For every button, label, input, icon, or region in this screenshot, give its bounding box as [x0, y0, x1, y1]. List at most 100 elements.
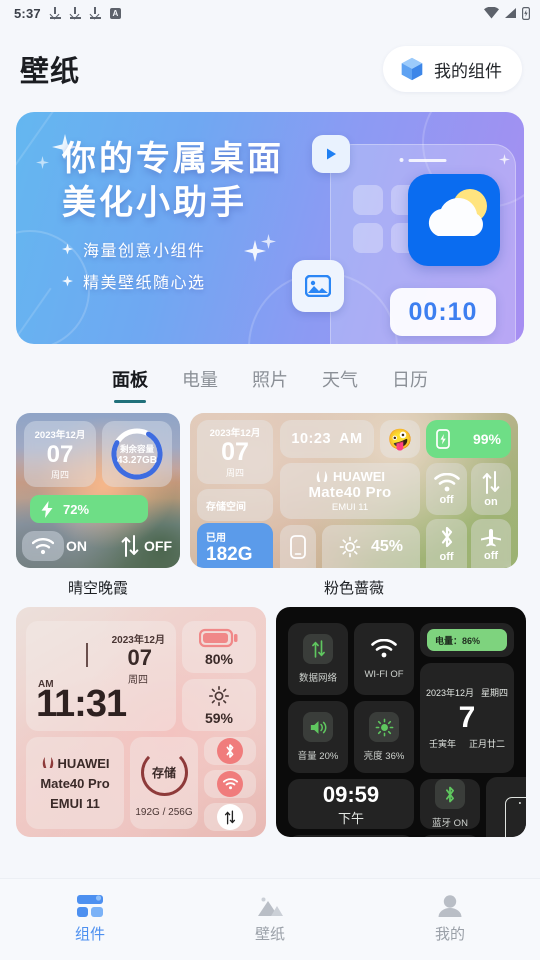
data-sync-icon	[121, 535, 139, 557]
storage-ring-text: 剩余容量 43.27GB	[117, 443, 157, 466]
storage-ring-tile: 剩余容量 43.27GB	[102, 421, 172, 487]
calendar-tile: 2023年12月 星期四 7 壬寅年 正月廿二	[420, 663, 514, 773]
my-widgets-label: 我的组件	[434, 61, 502, 81]
my-widgets-button[interactable]: 我的组件	[383, 46, 522, 92]
emoji-icon: 🤪	[387, 428, 413, 451]
tab-photo[interactable]: 照片	[252, 366, 288, 403]
widget-item-dark[interactable]: 数据网络 WI-FI OF 音量 20% 亮度 36% 电量：86% 2023年…	[276, 607, 526, 837]
date-weekday: 周四	[50, 470, 69, 481]
wifi-icon	[32, 537, 54, 554]
battery-icon	[199, 628, 238, 647]
tab-panel[interactable]: 面板	[112, 366, 148, 403]
tab-battery[interactable]: 电量	[182, 366, 218, 403]
volume-label: 音量 20%	[297, 751, 339, 762]
a-badge-icon: A	[109, 7, 121, 19]
brightness-icon	[369, 712, 399, 742]
battery-tile: 80%	[182, 621, 256, 673]
bottom-navigation: 组件 壁纸 我的	[0, 878, 540, 960]
widget-item-pinkrose[interactable]: 2023年12月 07 周四 10:23 AM 🤪 99% 存储空间 已用 18…	[190, 413, 518, 607]
date-year-month: 2023年12月	[34, 429, 86, 441]
clock-time: 10:23	[291, 431, 332, 447]
cube-icon	[401, 57, 423, 81]
image-widget-icon	[292, 260, 344, 312]
signal-icon	[505, 8, 516, 18]
huawei-logo-icon	[316, 470, 328, 482]
widget-item-roses[interactable]: 2023年12月 07 周四 AM 11:31 80% 59% HUAWEI M…	[16, 607, 266, 837]
bluetooth-state-label: off	[439, 550, 454, 563]
toggle-column	[204, 737, 256, 831]
device-brand-row: HUAWEI	[315, 469, 385, 484]
widget-preview-sunset[interactable]: 2023年12月 07 周四 剩余容量 43.27GB 72% ON OFF	[16, 413, 180, 568]
battery-percent: 80%	[204, 650, 234, 667]
download-icon	[69, 7, 81, 19]
widget-preview-dark[interactable]: 数据网络 WI-FI OF 音量 20% 亮度 36% 电量：86% 2023年…	[276, 607, 526, 837]
nav-item-wallpaper[interactable]: 壁纸	[180, 895, 360, 944]
battery-icon	[522, 6, 530, 20]
emoji-tile: 🤪	[380, 420, 420, 458]
banner-bullet: 海量创意小组件	[62, 237, 284, 261]
nav-label-widgets: 组件	[74, 926, 105, 943]
date-weekday: 周四	[128, 675, 148, 686]
date-tile: 2023年12月 07 周四	[197, 420, 273, 484]
battery-bar: 电量：86%	[427, 629, 507, 651]
widget-grid: 2023年12月 07 周四 剩余容量 43.27GB 72% ON OFF 晴…	[0, 403, 540, 837]
storage-used-label: 已用	[206, 533, 226, 544]
calendar-top-row: 2023年12月 星期四	[426, 686, 508, 699]
status-bar-right	[484, 6, 530, 20]
calendar-year-month: 2023年12月	[425, 688, 475, 699]
sync-tile: on	[471, 463, 511, 515]
device-brand: HUAWEI	[333, 469, 385, 484]
tab-weather[interactable]: 天气	[322, 366, 358, 403]
banner-headline-2: 美化小助手	[62, 183, 247, 222]
bolt-icon	[41, 500, 53, 518]
battery-tile: 99%	[426, 420, 511, 458]
banner-bullet: 精美壁纸随心选	[62, 269, 284, 293]
sparkle-icon	[36, 156, 49, 169]
phone-icon	[290, 534, 306, 559]
data-sync-icon	[482, 470, 500, 494]
storage-label: 存储	[151, 765, 176, 780]
date-year-month: 2023年12月	[111, 635, 165, 646]
download-icon	[49, 7, 61, 19]
banner-decor-stripe	[16, 112, 62, 175]
bluetooth-tile: off	[426, 519, 467, 568]
promo-banner[interactable]: 00:10 你的专属桌面 美化小助手 海量创意小组件 精美壁纸随心选	[16, 112, 524, 344]
device-brand-row: HUAWEI	[41, 756, 110, 771]
brightness-percent: 59%	[204, 709, 234, 726]
brightness-icon	[209, 685, 229, 706]
wifi-icon	[217, 771, 243, 797]
widget-row: 2023年12月 07 周四 AM 11:31 80% 59% HUAWEI M…	[16, 607, 526, 837]
brightness-tile: 亮度 36%	[354, 701, 414, 773]
data-network-label: 数据网络	[298, 673, 337, 684]
phone-tile	[280, 525, 316, 568]
nav-item-widgets[interactable]: 组件	[0, 895, 180, 944]
storage-used-value: 182G	[206, 544, 253, 565]
storage-ring-value: 43.27GB	[116, 454, 158, 466]
widget-item-sunset[interactable]: 2023年12月 07 周四 剩余容量 43.27GB 72% ON OFF 晴…	[16, 413, 180, 607]
clock-tile: 09:59 下午	[288, 779, 414, 829]
sync-tile	[204, 803, 256, 831]
storage-label: 存储空间	[206, 501, 246, 513]
calendar-bottom-row: 壬寅年 正月廿二	[429, 737, 505, 750]
date-day: 07	[221, 438, 249, 467]
brightness-tile: 45%	[322, 525, 420, 568]
date-day: 07	[46, 440, 74, 468]
calendar-weekday: 星期四	[481, 688, 509, 699]
category-tabs: 面板 电量 照片 天气 日历	[0, 344, 540, 403]
battery-tile: 72%	[30, 495, 148, 523]
person-icon	[438, 895, 462, 917]
widget-preview-roses[interactable]: 2023年12月 07 周四 AM 11:31 80% 59% HUAWEI M…	[16, 607, 266, 837]
widget-preview-pinkrose[interactable]: 2023年12月 07 周四 10:23 AM 🤪 99% 存储空间 已用 18…	[190, 413, 518, 568]
wifi-icon	[484, 7, 499, 19]
date-year-month: 2023年12月	[209, 428, 261, 440]
banner-text: 你的专属桌面 美化小助手 海量创意小组件 精美壁纸随心选	[62, 138, 284, 293]
calendar-day: 7	[458, 701, 476, 735]
device-model-tile: HUAWEI Mate40 Pro EMUI 11	[26, 737, 124, 829]
storage-tile: 存储 192G / 256G	[130, 737, 198, 829]
clock-time: 09:59	[322, 781, 380, 807]
battery-percent: 99%	[472, 431, 501, 447]
nav-item-mine[interactable]: 我的	[360, 895, 540, 944]
tab-calendar[interactable]: 日历	[392, 366, 428, 403]
wifi-tile	[22, 531, 64, 561]
data-sync-icon	[303, 634, 333, 664]
